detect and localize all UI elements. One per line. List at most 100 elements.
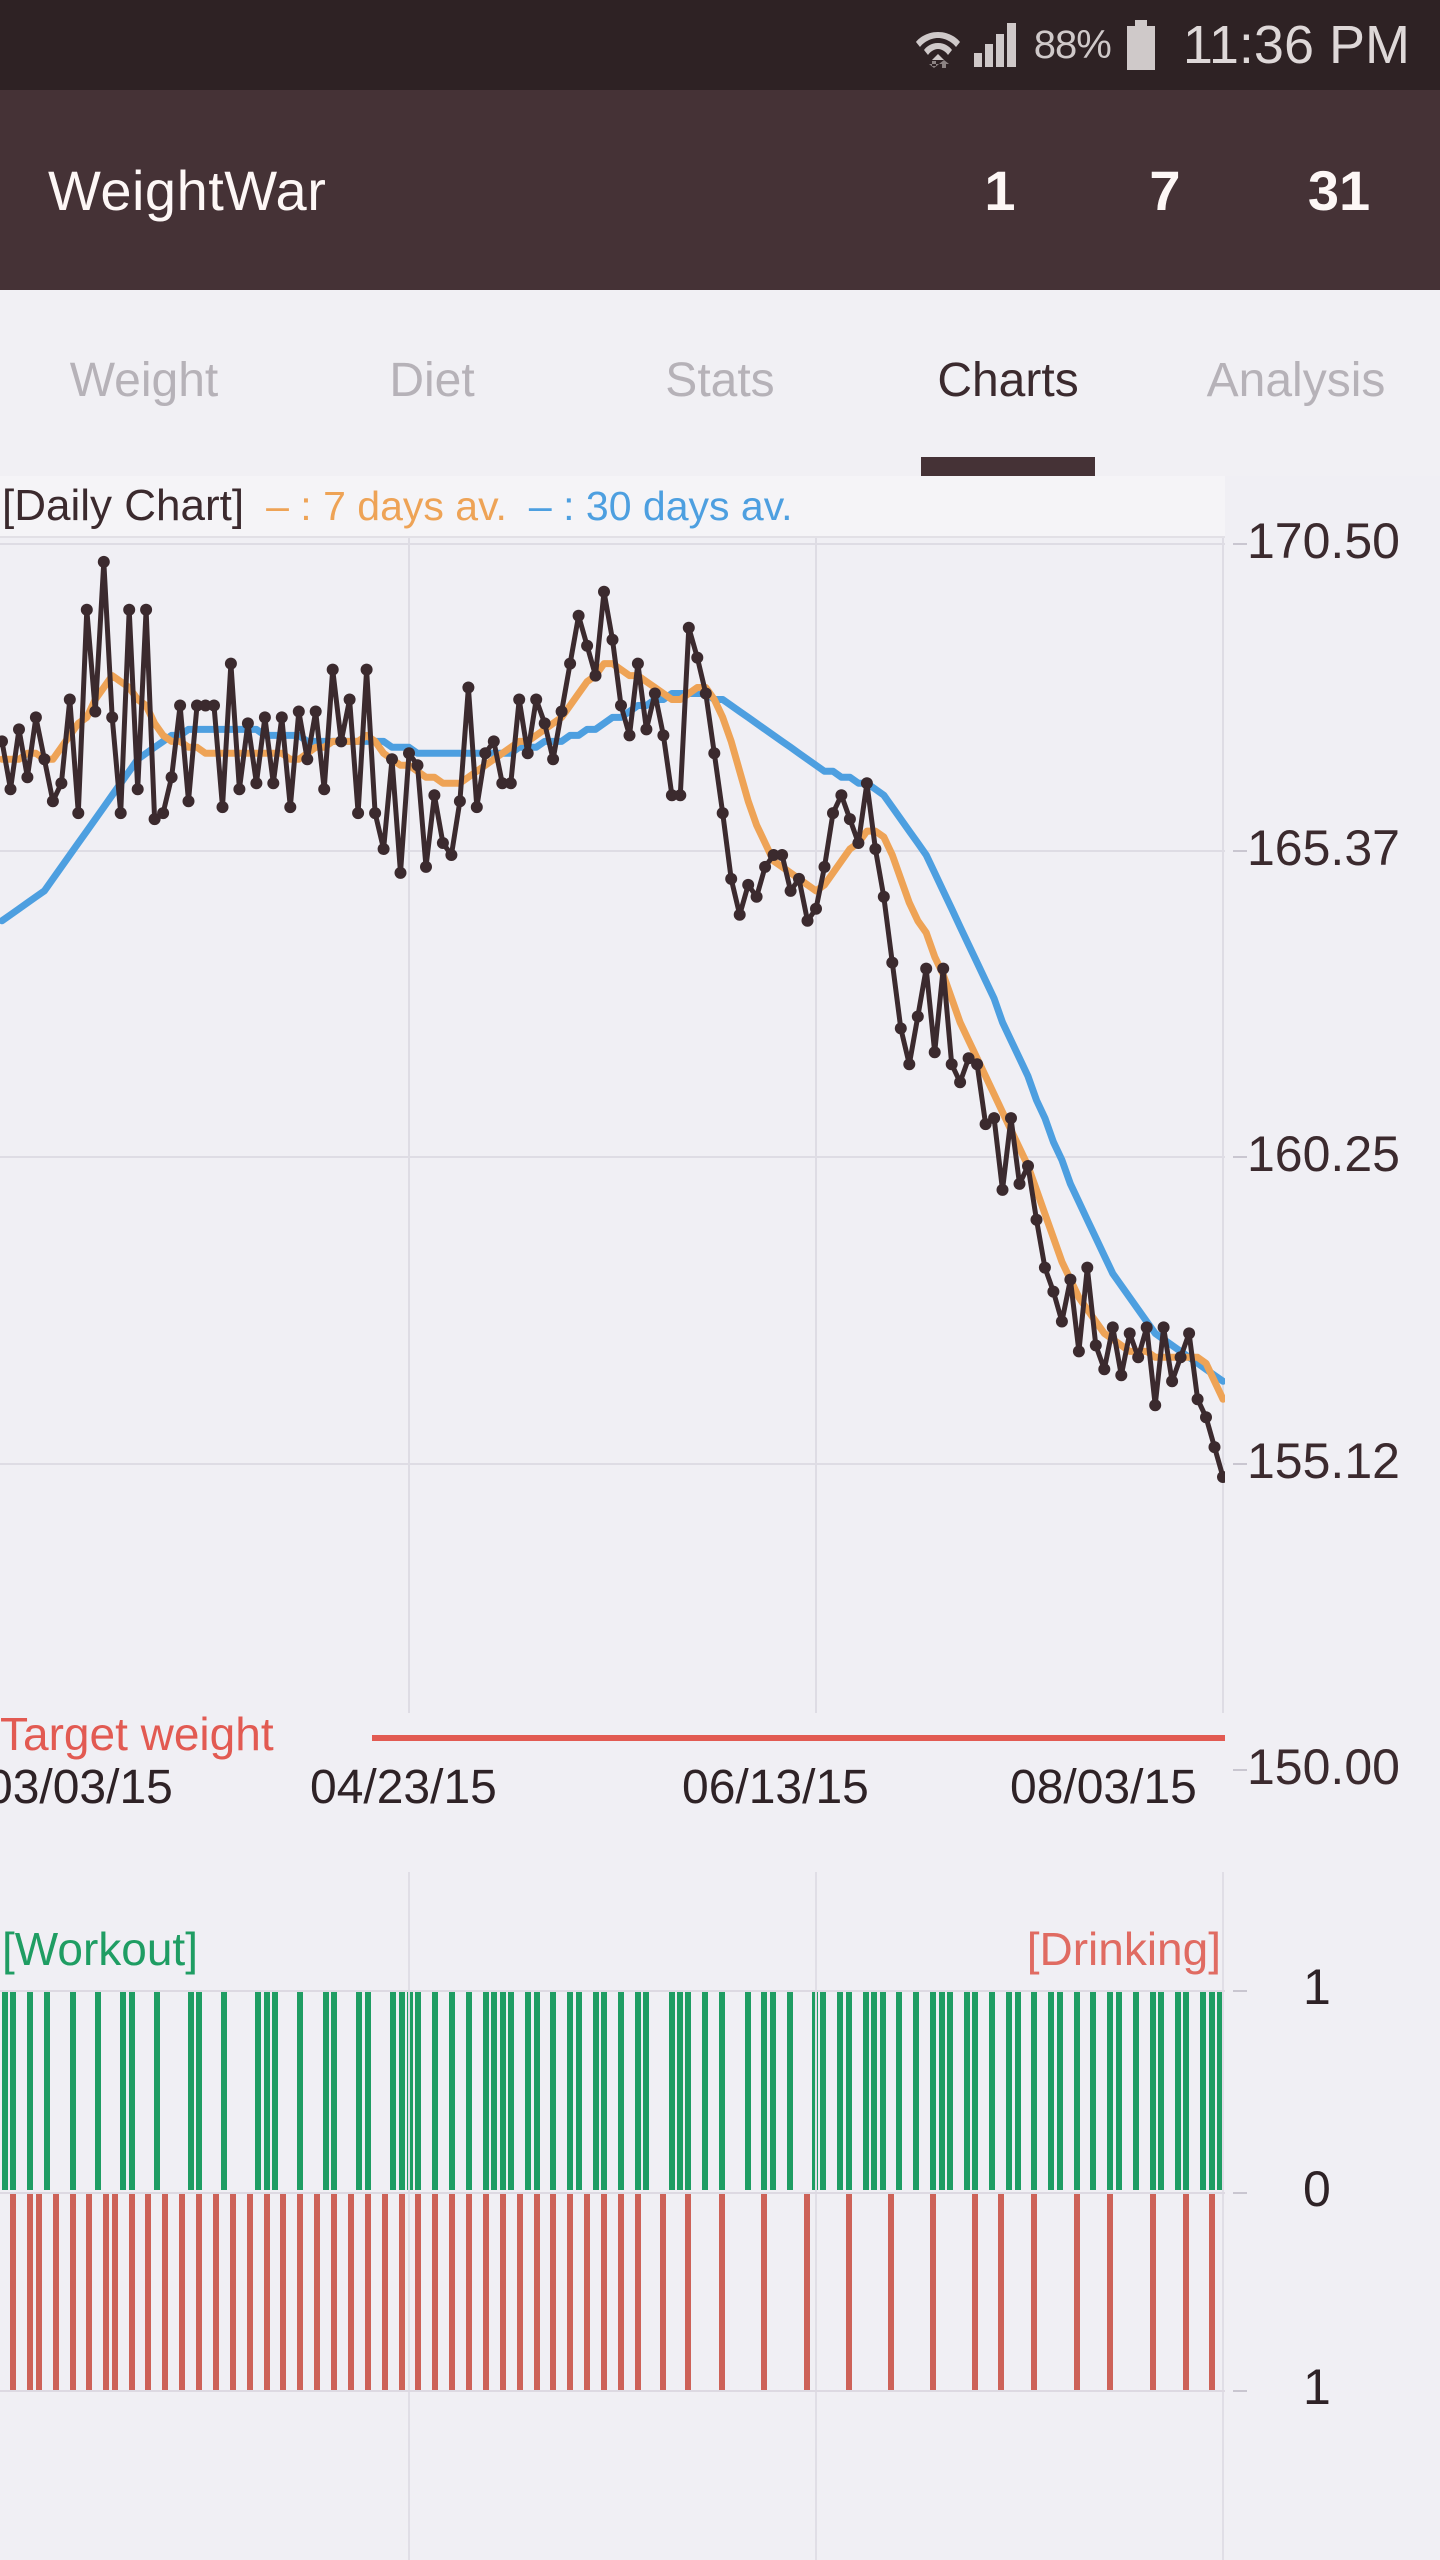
data-point [369, 807, 382, 820]
data-point [89, 705, 102, 718]
data-point [691, 651, 704, 664]
drinking-bar [111, 2194, 118, 2390]
drinking-bar [533, 2194, 540, 2390]
workout-bar [221, 1990, 228, 2190]
data-point [920, 962, 933, 975]
data-point [699, 687, 712, 700]
activity-gridline-horizontal [0, 2390, 1225, 2392]
legend-30day-label: 30 days av. [585, 482, 793, 529]
data-point [470, 801, 483, 814]
data-point [174, 699, 187, 712]
data-point [1038, 1261, 1051, 1274]
workout-bar [482, 1990, 489, 2190]
data-point [1098, 1363, 1111, 1376]
drinking-bar [601, 2194, 608, 2390]
data-point [623, 729, 636, 742]
data-point [352, 807, 365, 820]
workout-bar [896, 1990, 903, 2190]
workout-bar [2, 1990, 8, 2190]
chart-title: [Daily Chart] [2, 481, 245, 530]
header-counters: 1 7 31 [930, 158, 1440, 223]
tab-stats[interactable]: Stats [576, 290, 864, 476]
drinking-bar [466, 2194, 473, 2390]
tab-weight[interactable]: Weight [0, 290, 288, 476]
data-point [1149, 1399, 1162, 1412]
tab-stats-label: Stats [665, 354, 775, 407]
drinking-bar [432, 2194, 439, 2390]
counter-31[interactable]: 31 [1260, 158, 1440, 223]
drinking-bar [516, 2194, 523, 2390]
data-point [131, 783, 144, 796]
data-point [682, 621, 695, 634]
data-point [996, 1183, 1009, 1196]
y-axis-tick-label: 160.25 [1247, 1126, 1400, 1182]
workout-bar [272, 1990, 278, 2190]
drinking-bar [584, 2194, 591, 2390]
data-point [46, 795, 59, 808]
workout-bar [702, 1990, 709, 2190]
workout-bar [617, 1990, 624, 2190]
activity-chart[interactable]: [Workout] [Drinking] 1 0 1 [0, 1872, 1440, 2560]
wifi-icon [915, 22, 960, 68]
workout-bar [879, 1990, 886, 2190]
data-point [945, 1058, 958, 1071]
data-point [123, 603, 136, 616]
tab-active-indicator [921, 457, 1095, 476]
workout-bar [466, 1990, 473, 2190]
workout-bar [1056, 1990, 1063, 2190]
data-point [657, 729, 670, 742]
data-point [538, 717, 551, 730]
data-point [572, 609, 585, 622]
activity-plot-area[interactable]: [Workout] [Drinking] [0, 1872, 1225, 2560]
workout-bar [989, 1990, 996, 2190]
data-point [165, 771, 178, 784]
tab-diet[interactable]: Diet [288, 290, 576, 476]
weight-chart[interactable]: [Daily Chart] – : 7 days av. – : 30 days… [0, 476, 1440, 1814]
workout-bar [938, 1990, 945, 2190]
drinking-bar [179, 2194, 186, 2390]
counter-1[interactable]: 1 [930, 158, 1070, 223]
tab-charts[interactable]: Charts [864, 290, 1152, 476]
data-point [1106, 1321, 1119, 1334]
workout-bar [364, 1990, 371, 2190]
drinking-bar [617, 2194, 624, 2390]
data-point [326, 663, 339, 676]
activity-gridline-horizontal [0, 1990, 1225, 1992]
data-point [555, 705, 568, 718]
data-point [360, 663, 373, 676]
data-point [860, 777, 873, 790]
workout-bar [432, 1990, 439, 2190]
data-point [521, 747, 534, 760]
workout-bar [862, 1990, 869, 2190]
data-point [810, 902, 822, 915]
workout-bar [668, 1990, 675, 2190]
data-point [411, 759, 424, 772]
workout-bar [449, 1990, 456, 2190]
chart-plot-area[interactable] [0, 538, 1225, 1713]
data-point [801, 914, 814, 927]
data-point [843, 813, 856, 826]
data-point [267, 777, 280, 790]
data-point [292, 705, 305, 718]
drinking-bar [1208, 2194, 1215, 2390]
workout-bar [1073, 1990, 1080, 2190]
drinking-bar [449, 2194, 456, 2390]
legend-30day: – : 30 days av. [529, 483, 793, 530]
counter-7[interactable]: 7 [1070, 158, 1260, 223]
data-point [615, 699, 627, 712]
workout-bar [769, 1990, 776, 2190]
data-point [462, 681, 475, 694]
data-point [72, 807, 85, 820]
y-axis-labels: 170.50 165.37 160.25 155.12 150.00 [1233, 476, 1440, 1795]
data-point [445, 849, 458, 861]
workout-bar [499, 1990, 506, 2190]
data-point [487, 735, 500, 748]
drinking-bar [86, 2194, 93, 2390]
activity-axis-tick [1233, 2390, 1247, 2392]
x-axis-labels: 03/03/15 04/23/15 06/13/15 08/03/15 [0, 1760, 1225, 1832]
tab-analysis[interactable]: Analysis [1152, 290, 1440, 476]
workout-bar [575, 1990, 582, 2190]
drinking-bar [364, 2194, 371, 2390]
workout-bar [845, 1990, 852, 2190]
workout-bar [10, 1990, 17, 2190]
